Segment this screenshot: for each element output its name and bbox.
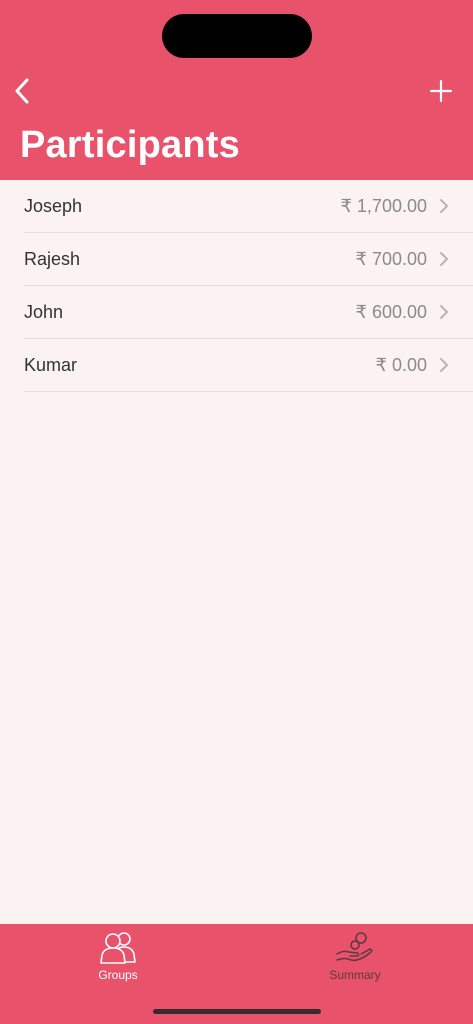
tab-groups[interactable]: Groups [68, 930, 168, 990]
chevron-right-icon [439, 198, 451, 214]
participant-row[interactable]: Kumar ₹ 0.00 [24, 339, 473, 392]
chevron-right-icon [439, 357, 451, 373]
participants-screen: Participants Joseph ₹ 1,700.00 Rajesh ₹ … [0, 0, 473, 1024]
plus-icon [429, 79, 453, 103]
dynamic-island [162, 14, 312, 58]
tab-groups-label: Groups [98, 968, 138, 982]
participant-row[interactable]: Rajesh ₹ 700.00 [24, 233, 473, 286]
groups-icon [100, 932, 136, 964]
tab-summary-label: Summary [329, 968, 381, 982]
page-title: Participants [20, 124, 240, 166]
chevron-left-icon [15, 78, 29, 104]
chevron-right-icon [439, 304, 451, 320]
participant-name: Rajesh [24, 248, 81, 269]
tab-bar: Groups Summary [0, 924, 473, 1024]
participant-row[interactable]: Joseph ₹ 1,700.00 [24, 180, 473, 233]
home-indicator [153, 1009, 321, 1014]
participant-amount: ₹ 1,700.00 [340, 195, 427, 216]
header: Participants [0, 0, 473, 180]
participant-amount: ₹ 600.00 [355, 301, 427, 322]
money-hand-icon [336, 932, 373, 962]
chevron-right-icon [439, 251, 451, 267]
participant-row[interactable]: John ₹ 600.00 [24, 286, 473, 339]
add-participant-button[interactable] [424, 74, 458, 108]
participant-amount: ₹ 700.00 [355, 248, 427, 269]
participant-name: Joseph [24, 195, 83, 216]
participant-name: Kumar [24, 354, 78, 375]
participants-list: Joseph ₹ 1,700.00 Rajesh ₹ 700.00 John ₹… [0, 180, 473, 392]
participant-name: John [24, 301, 64, 322]
participant-amount: ₹ 0.00 [375, 354, 428, 375]
tab-summary[interactable]: Summary [305, 930, 405, 990]
back-button[interactable] [6, 74, 38, 108]
